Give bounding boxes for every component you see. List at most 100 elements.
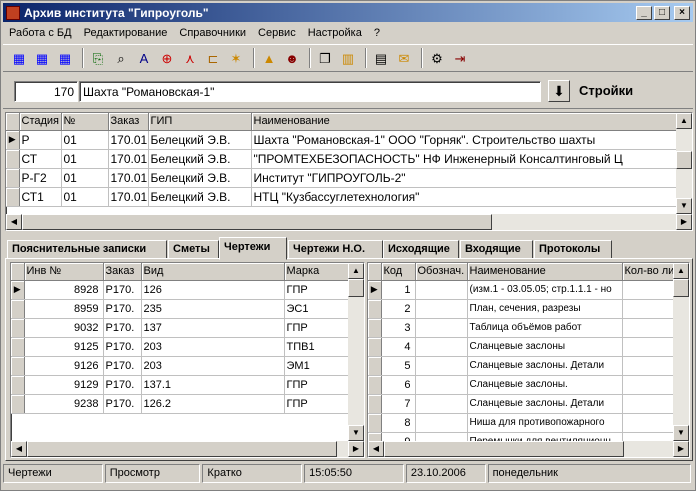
cell[interactable] (415, 337, 468, 357)
cell[interactable]: Белецкий Э.В. (148, 149, 252, 169)
cell[interactable]: Белецкий Э.В. (148, 187, 252, 207)
cell[interactable]: 1 (381, 280, 416, 300)
cell[interactable]: ГПР (284, 375, 349, 395)
cell[interactable]: ГПР (284, 280, 349, 300)
table-row[interactable]: СТ 01 170.01 Белецкий Э.В. "ПРОМТЕХБЕЗОП… (6, 149, 677, 169)
cell[interactable]: ГПР (284, 318, 349, 338)
scroll-thumb[interactable] (22, 214, 492, 230)
cell[interactable]: 235 (141, 299, 285, 319)
cell[interactable]: 137 (141, 318, 285, 338)
horizontal-scrollbar[interactable]: ◀ ▶ (368, 441, 689, 457)
pages-icon[interactable]: ❐ (315, 48, 335, 68)
scroll-left-icon[interactable]: ◀ (368, 441, 384, 457)
scroll-thumb[interactable] (384, 441, 624, 457)
cell[interactable]: 8928 (24, 280, 104, 300)
table-row[interactable]: ▶ Р 01 170.01 Белецкий Э.В. Шахта "Роман… (6, 130, 677, 150)
table-view-3-icon[interactable]: ▦ (55, 48, 75, 68)
cell[interactable]: "ПРОМТЕХБЕЗОПАСНОСТЬ" НФ Инженерный Конс… (251, 149, 677, 169)
col-brand[interactable]: Марка (284, 263, 349, 281)
scroll-thumb[interactable] (676, 151, 692, 169)
table-row[interactable]: 9125 Р170. 203 ТПВ1 (11, 337, 349, 357)
cell[interactable]: 126 (141, 280, 285, 300)
stroyki-label[interactable]: Стройки (579, 83, 633, 98)
cell[interactable]: Таблица объёмов работ (467, 318, 623, 338)
table-row[interactable]: 6 Сланцевые заслоны. (368, 375, 674, 395)
cell[interactable]: Белецкий Э.В. (148, 168, 252, 188)
cell[interactable]: Институт "ГИПРОУГОЛЬ-2" (251, 168, 677, 188)
scroll-left-icon[interactable]: ◀ (6, 214, 22, 230)
table-row[interactable]: 2 План, сечения, разрезы (368, 299, 674, 319)
table-row[interactable]: 9129 Р170. 137.1 ГПР (11, 375, 349, 395)
table-row[interactable]: 3 Таблица объёмов работ (368, 318, 674, 338)
minimize-button[interactable]: _ (636, 5, 652, 20)
exit-icon[interactable]: ⇥ (450, 48, 470, 68)
table-row[interactable]: ▶ 1 (изм.1 - 03.05.05; стр.1.1.1 - но (368, 280, 674, 300)
col-inventory-number[interactable]: Инв № (24, 263, 104, 281)
cell[interactable]: 9125 (24, 337, 104, 357)
cell[interactable] (622, 299, 674, 319)
app-icon[interactable] (6, 5, 20, 20)
cell[interactable]: Р170. (103, 337, 142, 357)
cell[interactable]: 170.01 (108, 168, 149, 188)
tab-outgoing[interactable]: Исходящие (383, 240, 459, 259)
find-next-icon[interactable]: A (134, 48, 154, 68)
menu-service[interactable]: Сервис (252, 27, 302, 39)
pdf-icon[interactable]: ⋏ (180, 48, 200, 68)
tab-protocols[interactable]: Протоколы (534, 240, 612, 259)
vertical-scrollbar[interactable]: ▲ ▼ (348, 263, 364, 441)
cell[interactable]: Р170. (103, 299, 142, 319)
cell[interactable]: 137.1 (141, 375, 285, 395)
col-sheet-count[interactable]: Кол-во ли (622, 263, 674, 281)
scroll-thumb[interactable] (673, 279, 689, 297)
cell[interactable]: Р170. (103, 375, 142, 395)
scroll-down-icon[interactable]: ▼ (673, 425, 689, 441)
cell[interactable]: НТЦ "Кузбассуглетехнология" (251, 187, 677, 207)
tree-icon[interactable]: ⊏ (203, 48, 223, 68)
table-row[interactable]: 5 Сланцевые заслоны. Детали (368, 356, 674, 376)
table-row[interactable]: ▶ 8928 Р170. 126 ГПР (11, 280, 349, 300)
scroll-up-icon[interactable]: ▲ (348, 263, 364, 279)
vertical-scrollbar[interactable]: ▲ ▼ (676, 113, 692, 214)
cell[interactable]: Р170. (103, 356, 142, 376)
col-order[interactable]: Заказ (108, 113, 149, 131)
cell[interactable] (415, 375, 468, 395)
scroll-up-icon[interactable]: ▲ (673, 263, 689, 279)
cell[interactable] (415, 280, 468, 300)
scroll-thumb[interactable] (27, 441, 337, 457)
table-row[interactable]: 9126 Р170. 203 ЭМ1 (11, 356, 349, 376)
title-bar[interactable]: Архив института "Гипроуголь" _ □ × (3, 3, 693, 22)
cell[interactable]: СТ1 (19, 187, 62, 207)
cell[interactable]: Сланцевые заслоны. (467, 375, 623, 395)
cell[interactable]: Сланцевые заслоны. Детали (467, 394, 623, 414)
cell[interactable] (415, 394, 468, 414)
close-button[interactable]: × (674, 5, 690, 20)
horizontal-scrollbar[interactable]: ◀ ▶ (11, 441, 364, 457)
document-icon[interactable]: ▤ (371, 48, 391, 68)
cell[interactable]: 5 (381, 356, 416, 376)
cell[interactable]: ГПР (284, 394, 349, 414)
cell[interactable]: 203 (141, 337, 285, 357)
cell[interactable] (622, 280, 674, 300)
col-name[interactable]: Наименование (467, 263, 623, 281)
scroll-right-icon[interactable]: ▶ (676, 214, 692, 230)
tab-incoming[interactable]: Входящие (460, 240, 533, 259)
menu-help[interactable]: ? (368, 27, 386, 39)
cell[interactable]: Шахта "Романовская-1" ООО "Горняк". Стро… (251, 130, 677, 150)
table-row[interactable]: 8 Ниша для противопожарного (368, 413, 674, 433)
object-code-field[interactable]: 170 (14, 81, 78, 102)
cell[interactable] (622, 337, 674, 357)
object-name-field[interactable]: Шахта "Романовская-1" (79, 81, 541, 102)
cell[interactable]: 170.01 (108, 187, 149, 207)
cell[interactable]: 01 (61, 149, 109, 169)
tab-drawings-no[interactable]: Чертежи Н.О. (288, 240, 383, 259)
cell[interactable]: 170.01 (108, 149, 149, 169)
cell[interactable]: 203 (141, 356, 285, 376)
table-row[interactable]: 7 Сланцевые заслоны. Детали (368, 394, 674, 414)
cell[interactable] (622, 394, 674, 414)
col-order[interactable]: Заказ (103, 263, 142, 281)
col-stage[interactable]: Стадия (19, 113, 62, 131)
cell[interactable]: ТПВ1 (284, 337, 349, 357)
cell[interactable]: 01 (61, 187, 109, 207)
menu-references[interactable]: Справочники (173, 27, 252, 39)
horizontal-scrollbar[interactable]: ◀ ▶ (6, 214, 692, 230)
